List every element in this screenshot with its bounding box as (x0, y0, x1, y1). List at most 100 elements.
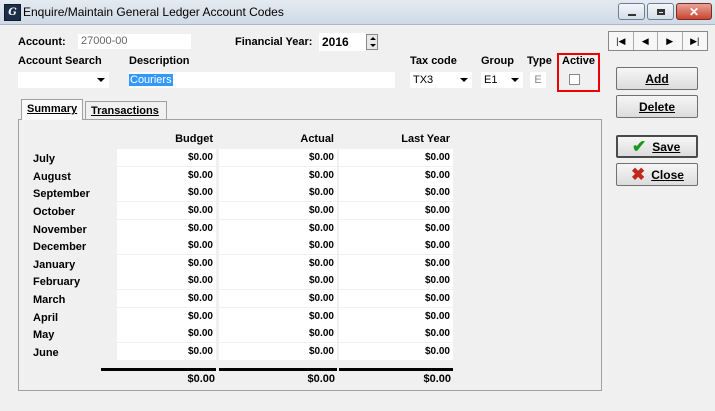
month-label: October (33, 206, 76, 218)
first-record-button[interactable]: |◀ (609, 32, 634, 50)
minimize-button[interactable] (618, 3, 645, 20)
tax-code-label: Tax code (410, 55, 457, 67)
last-record-button[interactable]: ▶| (682, 32, 707, 50)
month-label: February (33, 276, 81, 288)
last-year-cell: $0.00 (339, 343, 453, 360)
budget-cell[interactable]: $0.00 (117, 167, 216, 184)
budget-cell[interactable]: $0.00 (117, 149, 216, 166)
month-label: December (33, 241, 87, 253)
description-input[interactable]: Couriers (129, 72, 395, 88)
account-code-field: 27000-00 (78, 34, 191, 49)
month-label: January (33, 259, 76, 271)
month-label: March (33, 294, 66, 306)
month-label: September (33, 188, 90, 200)
close-icon: ✕ (688, 4, 700, 19)
actual-cell: $0.00 (219, 343, 337, 360)
tax-code-combo[interactable]: TX3 (410, 72, 472, 88)
month-label: July (33, 153, 56, 165)
last-year-cell: $0.00 (339, 272, 453, 289)
month-label: August (33, 171, 71, 183)
total-budget: $0.00 (187, 373, 215, 385)
financial-year-label: Financial Year: (235, 36, 313, 48)
maximize-icon (656, 8, 665, 15)
tab-summary-label: Summary (27, 103, 78, 115)
last-year-cell: $0.00 (339, 184, 453, 201)
maximize-button[interactable] (647, 3, 674, 20)
budget-cell[interactable]: $0.00 (117, 237, 216, 254)
type-field: E (530, 72, 546, 88)
group-label: Group (481, 55, 514, 67)
budget-cell[interactable]: $0.00 (117, 184, 216, 201)
budget-cell[interactable]: $0.00 (117, 220, 216, 237)
budget-cell[interactable]: $0.00 (117, 290, 216, 307)
actual-cell: $0.00 (219, 325, 337, 342)
active-highlight-box (557, 53, 600, 92)
budget-cell[interactable]: $0.00 (117, 255, 216, 272)
tax-code-value: TX3 (413, 74, 434, 86)
budget-cell[interactable]: $0.00 (117, 202, 216, 219)
actual-cell: $0.00 (219, 149, 337, 166)
actual-cell: $0.00 (219, 290, 337, 307)
actual-cell: $0.00 (219, 237, 337, 254)
total-last-year: $0.00 (423, 373, 451, 385)
total-divider (339, 368, 453, 371)
tab-summary[interactable]: Summary (21, 99, 83, 120)
budget-cell[interactable]: $0.00 (117, 272, 216, 289)
record-navigation: |◀ ◀ ▶ ▶| (608, 31, 708, 51)
actual-cell: $0.00 (219, 220, 337, 237)
description-selected-text: Couriers (129, 74, 173, 86)
group-value: E1 (484, 74, 498, 86)
save-button-label: Save (652, 139, 681, 154)
add-button[interactable]: Add (616, 67, 698, 90)
check-icon: ✔ (632, 136, 647, 156)
last-year-cell: $0.00 (339, 308, 453, 325)
financial-year-input[interactable]: 2016 (319, 33, 366, 51)
actual-cell: $0.00 (219, 202, 337, 219)
financial-year-spinner[interactable] (366, 34, 378, 50)
total-actual: $0.00 (307, 373, 335, 385)
actual-cell: $0.00 (219, 184, 337, 201)
close-button[interactable]: ✖ Close (616, 163, 698, 186)
next-record-button[interactable]: ▶ (658, 32, 683, 50)
tab-transactions[interactable]: Transactions (85, 101, 167, 121)
actual-cell: $0.00 (219, 272, 337, 289)
delete-button-label: Delete (638, 99, 676, 114)
budget-cell[interactable]: $0.00 (117, 308, 216, 325)
account-search-combo[interactable] (18, 72, 109, 88)
actual-cell: $0.00 (219, 308, 337, 325)
spin-down-icon (370, 44, 376, 47)
spin-up-icon (370, 37, 376, 40)
last-year-cell: $0.00 (339, 220, 453, 237)
month-label: May (33, 329, 55, 341)
budget-cell[interactable]: $0.00 (117, 325, 216, 342)
last-icon: ▶| (690, 35, 700, 46)
column-header-last-year: Last Year (401, 133, 450, 145)
budget-cell[interactable]: $0.00 (117, 343, 216, 360)
x-icon: ✖ (631, 164, 646, 184)
total-divider (101, 368, 216, 371)
group-combo[interactable]: E1 (481, 72, 523, 88)
last-year-cell: $0.00 (339, 325, 453, 342)
last-year-cell: $0.00 (339, 167, 453, 184)
dropdown-arrow-icon (511, 78, 519, 82)
description-label: Description (129, 55, 190, 67)
title-bar: G Enquire/Maintain General Ledger Accoun… (0, 0, 715, 25)
last-year-cell: $0.00 (339, 237, 453, 254)
actual-cell: $0.00 (219, 255, 337, 272)
month-label: November (33, 224, 87, 236)
previous-icon: ◀ (641, 35, 649, 46)
delete-button[interactable]: Delete (616, 95, 698, 118)
previous-record-button[interactable]: ◀ (633, 32, 658, 50)
account-search-label: Account Search (18, 55, 102, 67)
column-header-actual: Actual (300, 133, 334, 145)
dropdown-arrow-icon (460, 78, 468, 82)
save-button[interactable]: ✔ Save (616, 135, 698, 158)
last-year-cell: $0.00 (339, 290, 453, 307)
next-icon: ▶ (666, 35, 674, 46)
account-label: Account: (18, 36, 66, 48)
close-button-label: Close (651, 167, 684, 182)
month-label: June (33, 347, 59, 359)
first-icon: |◀ (616, 35, 626, 46)
column-header-budget: Budget (175, 133, 213, 145)
close-window-button[interactable]: ✕ (676, 3, 712, 20)
